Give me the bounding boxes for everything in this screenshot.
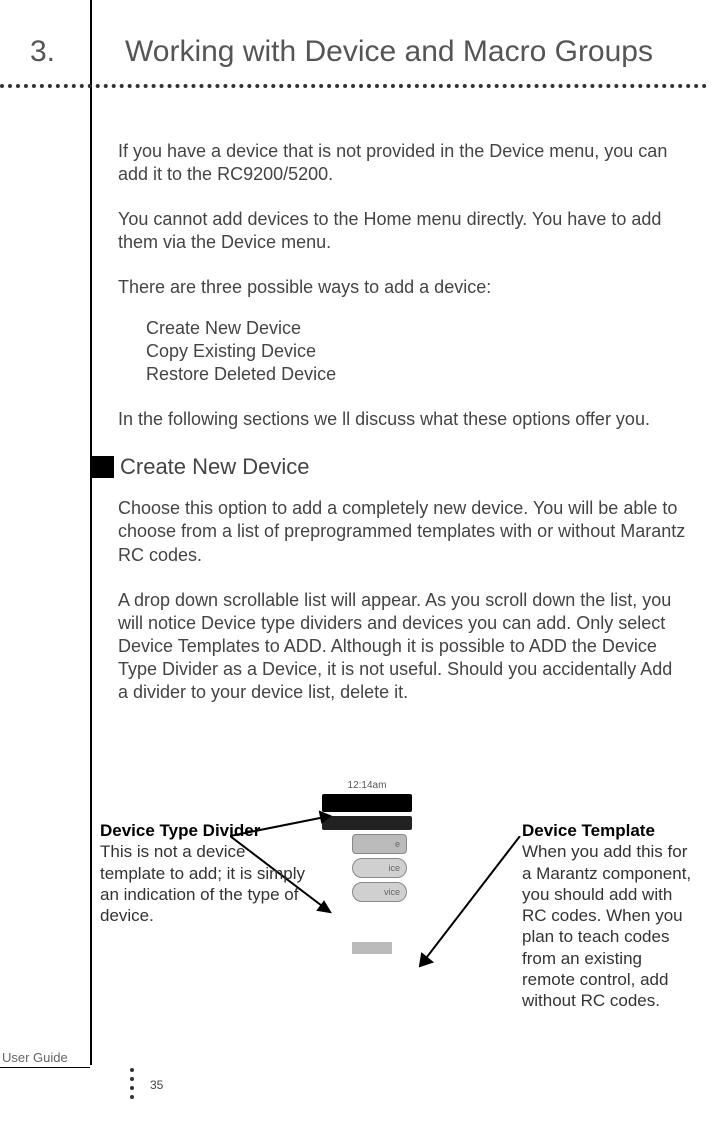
callout-row: Device Type Divider This is not a device… xyxy=(100,820,697,1011)
chapter-number: 3. xyxy=(0,35,90,69)
dotted-rule xyxy=(0,84,707,88)
callout-left-title: Device Type Divider xyxy=(100,821,260,840)
vertical-rule xyxy=(90,0,92,1065)
list-item: Restore Deleted Device xyxy=(146,363,687,386)
device-time: 12:14am xyxy=(322,780,412,791)
callout-right: Device Template When you add this for a … xyxy=(522,820,697,1011)
callout-left: Device Type Divider This is not a device… xyxy=(100,820,310,1011)
chapter-header: 3. Working with Device and Macro Groups xyxy=(0,35,702,69)
list-item: Copy Existing Device xyxy=(146,340,687,363)
list-item: Create New Device xyxy=(146,317,687,340)
options-list: Create New Device Copy Existing Device R… xyxy=(146,317,687,386)
paragraph: You cannot add devices to the Home menu … xyxy=(118,208,687,254)
body-content: If you have a device that is not provide… xyxy=(118,140,687,726)
paragraph: A drop down scrollable list will appear.… xyxy=(118,589,687,704)
section-marker-icon xyxy=(92,456,114,478)
paragraph: Choose this option to add a completely n… xyxy=(118,497,687,566)
callout-left-body: This is not a device template to add; it… xyxy=(100,842,305,925)
callout-right-title: Device Template xyxy=(522,821,655,840)
paragraph: In the following sections we ll discuss … xyxy=(118,408,687,431)
section-heading: Create New Device xyxy=(120,453,310,481)
callout-right-body: When you add this for a Marantz componen… xyxy=(522,842,691,1010)
section-header-row: Create New Device xyxy=(92,453,687,481)
user-guide-label: User Guide xyxy=(0,1048,90,1068)
chapter-title: Working with Device and Macro Groups xyxy=(90,35,653,69)
page-number: 35 xyxy=(150,1078,163,1092)
paragraph: If you have a device that is not provide… xyxy=(118,140,687,186)
paragraph: There are three possible ways to add a d… xyxy=(118,276,687,299)
vertical-dots-icon xyxy=(130,1068,134,1099)
